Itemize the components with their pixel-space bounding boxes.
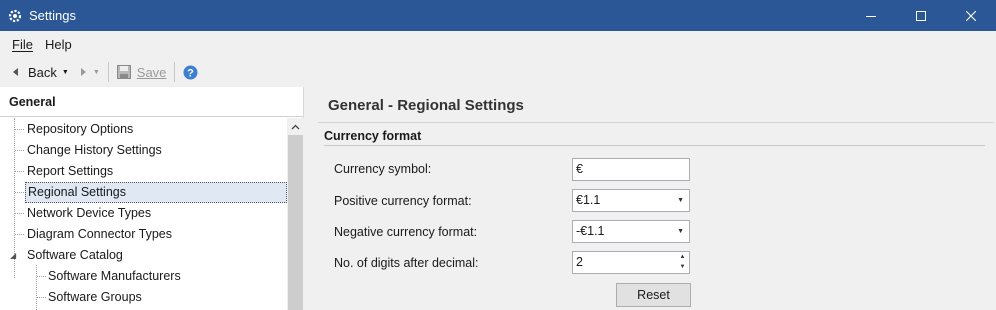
tree-item-report-settings[interactable]: Report Settings (27, 161, 113, 182)
decimal-digits-label: No. of digits after decimal: (334, 256, 479, 270)
toolbar: Back ▼ ▼ Save ? (0, 57, 996, 87)
positive-currency-format-select[interactable]: €1.1 ▼ (572, 189, 690, 212)
app-gear-icon (8, 9, 22, 23)
maximize-button[interactable] (896, 0, 946, 31)
scroll-up-icon[interactable] (287, 118, 304, 135)
divider (318, 122, 994, 123)
navigation-panel: General Repository Options Change Histor… (0, 87, 304, 310)
tree-connector (15, 171, 24, 172)
currency-symbol-value: € (576, 162, 583, 176)
menu-bar: File Help (0, 31, 996, 57)
negative-currency-format-value: -€1.1 (576, 224, 605, 238)
tree-item-diagram-connector-types[interactable]: Diagram Connector Types (27, 224, 172, 245)
decimal-digits-value: 2 (576, 255, 583, 269)
tree-item-network-device-types[interactable]: Network Device Types (27, 203, 151, 224)
settings-content: General - Regional Settings Currency for… (305, 87, 996, 310)
window-title: Settings (29, 8, 76, 23)
tree-connector (15, 150, 24, 151)
tree-item-change-history-settings[interactable]: Change History Settings (27, 140, 162, 161)
currency-symbol-input[interactable]: € (572, 158, 690, 181)
forward-button[interactable]: ▼ (76, 60, 103, 84)
positive-currency-format-value: €1.1 (576, 193, 601, 207)
currency-symbol-label: Currency symbol: (334, 162, 432, 176)
section-title: Currency format (324, 129, 422, 143)
decimal-digits-stepper[interactable]: 2 ▲ ▼ (572, 251, 690, 274)
tree-connector (37, 297, 46, 298)
tree-connector (15, 234, 24, 235)
back-label: Back (28, 64, 57, 80)
tree-connector (15, 129, 24, 130)
forward-arrow-icon (80, 68, 86, 76)
menu-help[interactable]: Help (39, 37, 78, 52)
save-button[interactable]: Save (114, 60, 170, 84)
title-bar: Settings (0, 0, 996, 31)
tree-scrollbar[interactable] (287, 118, 304, 310)
tree-item-software-manufacturers[interactable]: Software Manufacturers (48, 266, 181, 287)
save-label: Save (136, 64, 167, 80)
chevron-down-icon[interactable]: ▼ (677, 221, 684, 242)
chevron-down-icon[interactable]: ▼ (677, 190, 684, 211)
spin-down-icon[interactable]: ▼ (678, 263, 687, 272)
tree-item-software-groups[interactable]: Software Groups (48, 287, 142, 308)
back-arrow-icon (13, 68, 18, 76)
minimize-button[interactable] (846, 0, 896, 31)
back-dropdown-icon[interactable]: ▼ (62, 69, 69, 76)
negative-currency-format-select[interactable]: -€1.1 ▼ (572, 220, 690, 243)
tree-item-software-catalog[interactable]: Software Catalog (27, 245, 123, 266)
negative-currency-format-label: Negative currency format: (334, 225, 478, 239)
svg-text:?: ? (188, 67, 195, 79)
spin-up-icon[interactable]: ▲ (678, 253, 687, 262)
positive-currency-format-label: Positive currency format: (334, 194, 472, 208)
close-icon (966, 10, 976, 21)
menu-file[interactable]: File (6, 37, 39, 52)
scrollbar-thumb[interactable] (288, 135, 303, 310)
toolbar-separator (174, 62, 176, 82)
minimize-icon (866, 15, 876, 17)
tree-item-repository-options[interactable]: Repository Options (27, 119, 133, 140)
tree-connector (37, 276, 46, 277)
help-button[interactable]: ? (180, 60, 201, 84)
maximize-icon (916, 10, 926, 21)
close-button[interactable] (946, 0, 996, 31)
forward-dropdown-icon[interactable]: ▼ (93, 69, 100, 76)
navigation-header: General (0, 87, 303, 117)
toolbar-separator (107, 62, 109, 82)
settings-tree: Repository Options Change History Settin… (0, 118, 287, 310)
save-icon (116, 65, 131, 79)
collapse-triangle-icon[interactable]: ◢ (10, 251, 16, 260)
divider (324, 145, 985, 146)
back-button[interactable]: Back ▼ (8, 60, 72, 84)
help-icon: ? (183, 65, 198, 79)
tree-item-regional-settings[interactable]: Regional Settings (25, 182, 287, 203)
reset-button[interactable]: Reset (616, 283, 691, 307)
tree-connector (36, 265, 37, 310)
tree-connector (15, 213, 24, 214)
page-title: General - Regional Settings (328, 97, 524, 114)
tree-connector (15, 192, 24, 193)
